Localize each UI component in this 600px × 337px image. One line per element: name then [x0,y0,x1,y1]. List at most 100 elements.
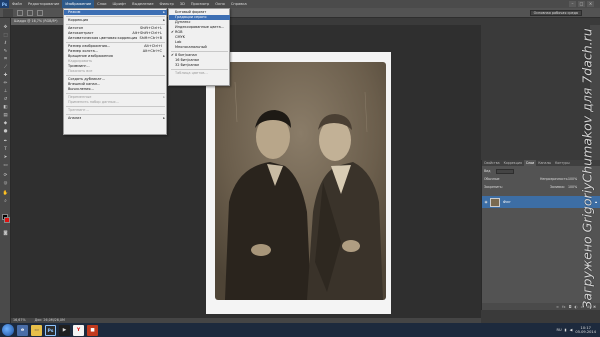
blur-tool-icon[interactable]: ◆ [2,120,9,126]
pen-tool-icon[interactable]: ✒ [2,138,9,144]
menu-item-label: RGB [175,30,183,34]
layer-name[interactable]: Фон [503,200,510,204]
menu-item[interactable]: 3D [177,0,188,8]
image-menu-item[interactable]: Коррекция ▸ [64,18,167,23]
healing-brush-tool-icon[interactable]: ✚ [2,72,9,78]
menu-item[interactable]: Редактирование [25,0,62,8]
menu-item[interactable]: Фильтр [157,0,177,8]
background-color-swatch[interactable] [4,217,10,223]
close-icon[interactable]: × [587,1,594,7]
fill-field[interactable]: 100% [568,184,577,190]
trash-icon[interactable]: ✖ [593,305,596,309]
menu-item-label: Автоматическая цветовая коррекция [68,36,138,40]
fx-icon[interactable]: fx [562,305,565,309]
option-icon[interactable] [37,9,43,16]
menu-item-label: Градации серого [175,15,207,19]
layer-filter-label[interactable]: Вид [484,168,490,174]
link-layers-icon[interactable]: ∞ [556,305,559,309]
menu-item-label: Размер холста... [68,49,99,53]
history-brush-tool-icon[interactable]: ↺ [2,96,9,102]
zoom-level[interactable]: 16,67% [13,318,26,322]
eyedropper-tool-icon[interactable]: ⟋ [2,64,9,70]
lock-label: Закрепить: [484,185,503,189]
image-menu-item[interactable]: Вычисления... [64,87,167,92]
adjustment-layer-icon[interactable]: ◐ [574,305,577,309]
image-menu-item[interactable]: Автоматическая цветовая коррекция Shift+C… [64,36,167,41]
app-icon[interactable]: ■ [87,324,98,336]
lock-icon: 🔒︎ [595,200,597,204]
quick-mask-icon[interactable]: ◙ [2,230,9,236]
collapsed-panels-dock [590,25,600,160]
workspace-select[interactable]: Основная рабочая среда [529,10,582,16]
image-menu-item[interactable]: Режим ▸ [64,10,167,15]
menu-item[interactable]: Слои [94,0,109,8]
panel-tab[interactable]: Каналы [536,160,553,166]
start-button-icon[interactable] [2,324,14,336]
menu-item-label: Многоканальный [175,45,207,49]
clock[interactable]: 10:17 05.09.2014 [575,326,596,334]
menu-item[interactable]: Просмотр [188,0,212,8]
mode-menu-item[interactable]: 32 бит/канал [169,63,230,68]
network-icon[interactable]: ▮ [565,328,567,332]
menu-item-label: Индексированные цвета... [175,25,225,29]
maximize-icon[interactable]: □ [578,1,585,7]
layers-panel: Свойства Коррекция Слои Каналы Контуры Вид О… [481,160,600,310]
mode-menu-item[interactable]: Многоканальный [169,45,230,50]
menu-item[interactable]: Выделение [129,0,156,8]
option-icon[interactable] [27,9,33,16]
submenu-arrow-icon: ▸ [163,10,165,14]
3d-rotate-tool-icon[interactable]: ⟳ [2,172,9,178]
eraser-tool-icon[interactable]: ◧ [2,104,9,110]
panel-tab[interactable]: Свойства [482,160,502,166]
menu-bar: Ps Файл Редактирование Изображение Слои Шриф… [0,0,600,8]
image-menu-item[interactable]: Анализ ▸ [64,116,167,121]
volume-icon[interactable]: ◀ [570,328,573,332]
new-group-icon[interactable]: ▭ [581,305,584,309]
menu-item[interactable]: Изображение [62,0,95,8]
language-indicator[interactable]: RU [557,328,562,332]
dodge-tool-icon[interactable]: ● [2,128,9,134]
add-mask-icon[interactable]: ◘ [569,305,572,309]
path-select-tool-icon[interactable]: ➤ [2,154,9,160]
explorer-folder-icon[interactable]: ▭ [31,324,42,336]
new-layer-icon[interactable]: ⊞ [587,305,590,309]
panel-tab[interactable]: Коррекция [502,160,524,166]
menu-item-label: CMYK [175,35,185,39]
menu-item-label: Вращение изображения [68,54,113,58]
eye-icon[interactable]: ◉ [482,200,490,204]
photoshop-taskbar-icon[interactable]: Ps [45,324,56,336]
brush-tool-icon[interactable]: ✏ [2,80,9,86]
clock-date: 05.09.2014 [575,330,596,334]
menu-item[interactable]: Файл [9,0,25,8]
shape-tool-icon[interactable]: ▭ [2,162,9,168]
media-player-icon[interactable]: ▶ [59,324,70,336]
menu-item[interactable]: Шрифт [110,0,130,8]
type-tool-icon[interactable]: T [2,146,9,152]
tool-preset-picker[interactable] [3,8,13,17]
document-canvas[interactable] [206,52,391,314]
marquee-tool-icon[interactable]: ⬚ [2,32,9,38]
minimize-icon[interactable]: – [569,1,576,7]
menu-item[interactable]: Справка [228,0,250,8]
yandex-browser-icon[interactable]: Y [73,324,84,336]
opacity-field[interactable]: 100% [568,176,577,182]
gradient-tool-icon[interactable]: ▤ [2,112,9,118]
lasso-tool-icon[interactable]: ℓ [2,40,9,46]
zoom-tool-icon[interactable]: ⌕ [2,198,9,204]
quick-select-tool-icon[interactable]: ✎ [2,48,9,54]
ie-icon[interactable]: e [17,324,28,336]
layer-filter-select[interactable] [496,169,514,174]
3d-camera-tool-icon[interactable]: ◎ [2,180,9,186]
option-icon[interactable] [17,9,23,16]
photoshop-logo: Ps [0,0,9,8]
menu-item[interactable]: Окно [212,0,228,8]
hand-tool-icon[interactable]: ✋ [2,190,9,196]
clone-stamp-tool-icon[interactable]: ⊥ [2,88,9,94]
blend-mode-select[interactable]: Обычные [484,176,499,182]
panel-tab[interactable]: Контуры [553,160,572,166]
layer-row[interactable]: ◉ Фон 🔒︎ [482,196,600,208]
panel-tab[interactable]: Слои [523,160,537,166]
menu-separator [66,42,165,43]
crop-tool-icon[interactable]: ⌗ [2,56,9,62]
move-tool-icon[interactable]: ✥ [2,24,9,30]
